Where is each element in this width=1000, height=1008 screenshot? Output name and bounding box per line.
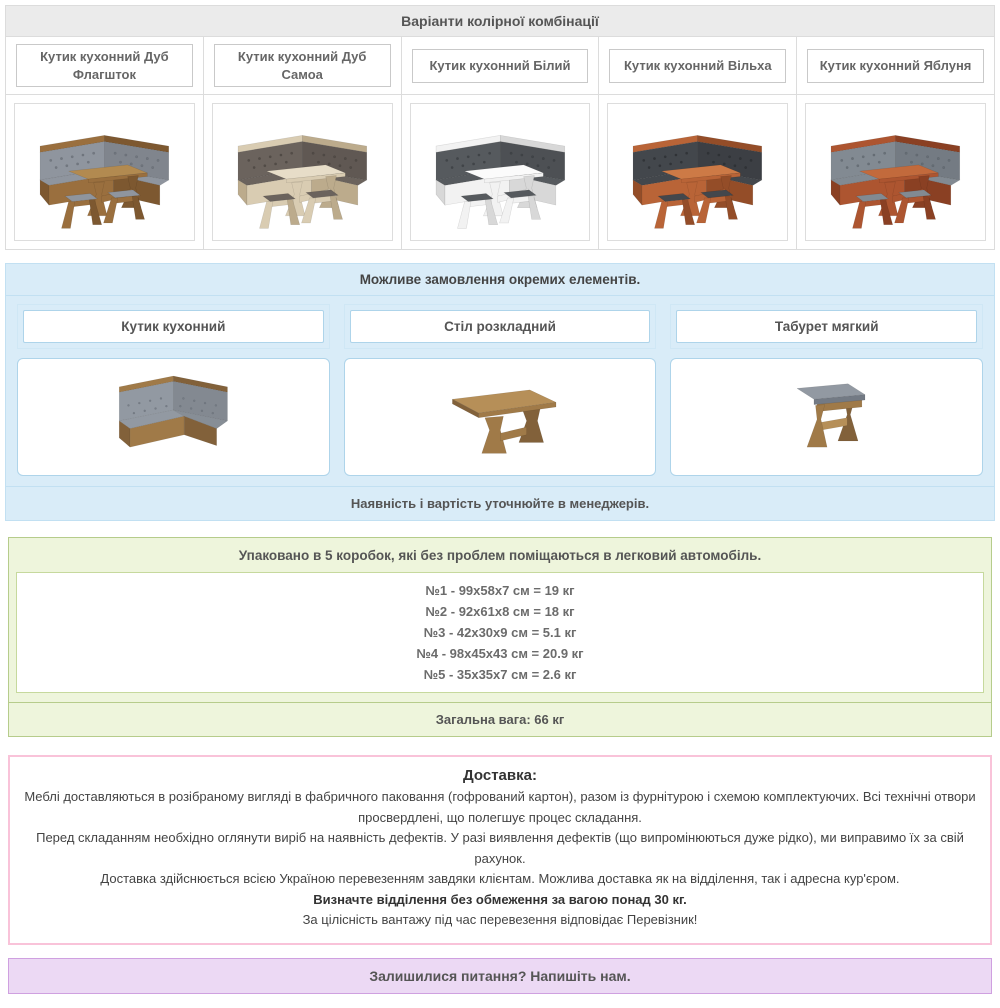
element-image-soft-stool: [670, 358, 983, 476]
packing-box-line: №3 - 42х30х9 см = 5.1 кг: [17, 622, 983, 643]
delivery-paragraph: Доставка здійснюється всією Україною пер…: [22, 869, 978, 890]
delivery-title: Доставка:: [22, 767, 978, 784]
element-image-folding-table: [344, 358, 657, 476]
variant-card: Кутик кухонний Яблуня: [797, 37, 994, 249]
variant-card: Кутик кухонний Вільха: [599, 37, 797, 249]
element-title: Кутик кухонний: [23, 310, 324, 343]
packing-box-line: №4 - 98х45х43 см = 20.9 кг: [17, 643, 983, 664]
variant-image-kitchen-set: [410, 103, 591, 241]
packing-section-title: Упаковано в 5 коробок, які без проблем п…: [9, 538, 991, 572]
delivery-section: Доставка: Меблі доставляються в розібран…: [8, 755, 992, 945]
variant-card: Кутик кухонний Білий: [402, 37, 600, 249]
delivery-paragraph: Меблі доставляються в розібраному вигляд…: [22, 787, 978, 828]
variant-title: Кутик кухонний Дуб Флагшток: [16, 44, 193, 87]
packing-section: Упаковано в 5 коробок, які без проблем п…: [8, 537, 992, 737]
variant-card: Кутик кухонний Дуб Флагшток: [6, 37, 204, 249]
variants-grid: Кутик кухонний Дуб Флагшток Кутик кухонн…: [6, 37, 994, 249]
element-card: Стіл розкладний: [344, 304, 657, 476]
packing-total-weight: Загальна вага: 66 кг: [9, 702, 991, 736]
element-card: Кутик кухонний: [17, 304, 330, 476]
variants-section: Варіанти колірної комбінації Кутик кухон…: [5, 5, 995, 250]
delivery-bold-note: Визначте відділення без обмеження за ваг…: [22, 890, 978, 911]
packing-box-line: №2 - 92х61х8 см = 18 кг: [17, 601, 983, 622]
variant-card: Кутик кухонний Дуб Самоа: [204, 37, 402, 249]
elements-section: Можливе замовлення окремих елементів. Ку…: [5, 263, 995, 521]
packing-box-list: №1 - 99х58х7 см = 19 кг №2 - 92х61х8 см …: [16, 572, 984, 693]
variant-image-kitchen-set: [14, 103, 195, 241]
variants-section-title: Варіанти колірної комбінації: [6, 6, 994, 37]
variant-image-kitchen-set: [805, 103, 986, 241]
variant-image-kitchen-set: [212, 103, 393, 241]
elements-grid: Кутик кухонний Стіл розкладний Табурет м…: [6, 296, 994, 486]
element-title: Табурет мягкий: [676, 310, 977, 343]
variant-title: Кутик кухонний Яблуня: [807, 49, 984, 83]
contact-banner[interactable]: Залишилися питання? Напишіть нам.: [8, 958, 992, 994]
elements-section-footer: Наявність і вартість уточнюйте в менедже…: [6, 486, 994, 520]
element-title: Стіл розкладний: [350, 310, 651, 343]
packing-box-line: №1 - 99х58х7 см = 19 кг: [17, 580, 983, 601]
variant-title: Кутик кухонний Вільха: [609, 49, 786, 83]
element-image-corner-bench: [17, 358, 330, 476]
delivery-paragraph: Перед складанням необхідно оглянути вирі…: [22, 828, 978, 869]
packing-box-line: №5 - 35х35х7 см = 2.6 кг: [17, 664, 983, 685]
variant-image-kitchen-set: [607, 103, 788, 241]
variant-title: Кутик кухонний Білий: [412, 49, 589, 83]
elements-section-title: Можливе замовлення окремих елементів.: [6, 264, 994, 296]
variant-title: Кутик кухонний Дуб Самоа: [214, 44, 391, 87]
element-card: Табурет мягкий: [670, 304, 983, 476]
